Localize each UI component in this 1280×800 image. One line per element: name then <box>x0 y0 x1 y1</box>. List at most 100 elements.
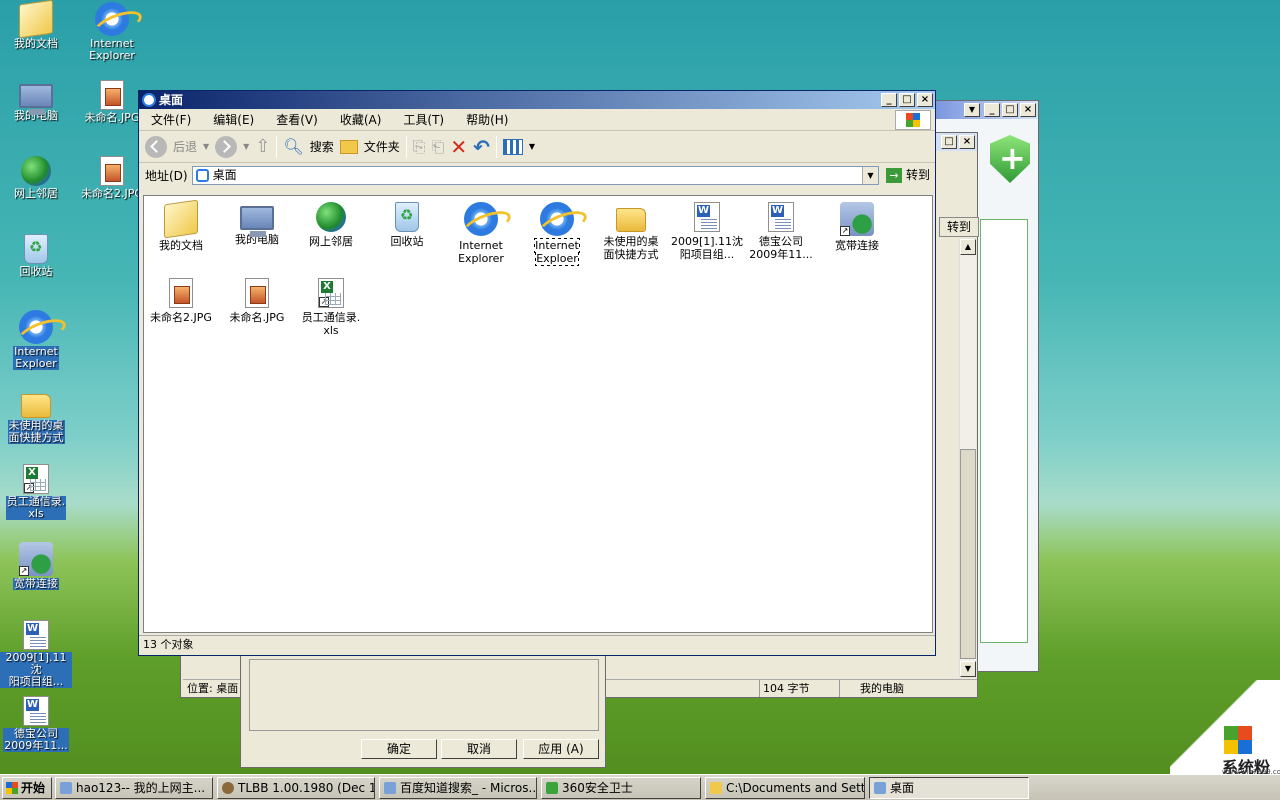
file-item-internet-explorer[interactable]: Internet Explorer <box>444 202 518 265</box>
desktop-icon-internet-explorer[interactable]: Internet Explorer <box>76 2 148 62</box>
explorer-titlebar[interactable]: 桌面 _ □ × <box>139 91 935 109</box>
file-item-employee-xls[interactable]: ↗员工通信录. xls <box>294 278 368 337</box>
folders-button[interactable]: 文件夹 <box>364 138 400 155</box>
menu-edit[interactable]: 编辑(E) <box>213 113 254 127</box>
vertical-scrollbar[interactable]: ▲ ▼ <box>959 239 976 677</box>
desktop-icon-internet-exploer[interactable]: Internet Exploer <box>0 310 72 370</box>
search-button[interactable]: 搜索 <box>310 138 334 155</box>
copy-to-icon[interactable]: ⎗ <box>432 137 445 157</box>
file-item-network[interactable]: 网上邻居 <box>294 202 368 248</box>
window-title: 桌面 <box>159 93 184 107</box>
watermark: 系统粉 www.win7999.com <box>1170 680 1280 777</box>
windows-logo-icon <box>1224 726 1252 754</box>
desktop-address-icon <box>195 168 209 182</box>
jpg-file-icon <box>245 278 269 308</box>
desktop-icon-network[interactable]: 网上邻居 <box>0 156 72 200</box>
menu-help[interactable]: 帮助(H) <box>466 113 508 127</box>
menu-view[interactable]: 查看(V) <box>276 113 318 127</box>
back-dropdown-icon[interactable]: ▼ <box>203 142 209 151</box>
ok-button[interactable]: 确定 <box>361 739 437 759</box>
file-item-broadband[interactable]: ↗ 宽带连接 <box>820 202 894 252</box>
task-360[interactable]: 360安全卫士 <box>541 777 701 799</box>
forward-arrow-icon[interactable] <box>215 135 238 158</box>
my-computer-icon <box>240 206 274 237</box>
menu-favorites[interactable]: 收藏(A) <box>340 113 382 127</box>
excel-file-icon: ↗ <box>23 464 49 494</box>
scroll-thumb[interactable] <box>960 449 976 659</box>
minimize-button[interactable]: _ <box>881 93 897 107</box>
file-item-project-doc[interactable]: 2009[1].11沈 阳项目组... <box>670 202 744 261</box>
close-button[interactable]: × <box>959 135 975 149</box>
close-button[interactable]: × <box>917 93 933 107</box>
dropdown-button[interactable]: ▼ <box>964 103 980 117</box>
back-button-label[interactable]: 后退 <box>173 138 197 155</box>
folder-task-icon <box>710 782 722 794</box>
background-window-titlebar[interactable]: ▼ _ □ × <box>936 101 1038 119</box>
desktop-icon-project-doc[interactable]: 2009[1].11沈 阳项目组... <box>0 620 72 688</box>
folders-icon[interactable] <box>339 139 358 154</box>
task-baidu[interactable]: 百度知道搜索_ - Micros... <box>379 777 537 799</box>
forward-dropdown-icon[interactable]: ▼ <box>243 142 249 151</box>
maximize-button[interactable]: □ <box>1002 103 1018 117</box>
file-view[interactable]: 我的文档 我的电脑 网上邻居 回收站 Internet Explorer Int… <box>143 195 933 633</box>
address-bar: 地址(D) 桌面 ▼ → 转到 <box>139 163 935 187</box>
my-computer-icon <box>19 84 53 115</box>
up-folder-icon[interactable]: ⇧ <box>255 136 270 157</box>
desktop-icon-my-computer[interactable]: 我的电脑 <box>0 80 72 122</box>
apply-button[interactable]: 应用 (A) <box>523 739 599 759</box>
file-item-internet-exploer[interactable]: Internet Exploer <box>520 202 594 266</box>
minimize-button[interactable]: _ <box>984 103 1000 117</box>
start-button[interactable]: 开始 <box>2 777 52 799</box>
task-documents-folder[interactable]: C:\Documents and Settin... <box>705 777 865 799</box>
move-to-icon[interactable]: ⎘ <box>413 137 426 157</box>
desktop-icon-employee-xls[interactable]: ↗ 员工通信录. xls <box>0 464 72 520</box>
views-icon[interactable] <box>502 138 523 155</box>
maximize-button[interactable]: □ <box>941 135 957 149</box>
address-dropdown-icon[interactable]: ▼ <box>862 166 878 184</box>
desktop-folder-icon <box>142 93 156 107</box>
menu-bar: 文件(F) 编辑(E) 查看(V) 收藏(A) 工具(T) 帮助(H) <box>139 109 935 131</box>
scroll-down-icon[interactable]: ▼ <box>960 661 976 677</box>
menu-file[interactable]: 文件(F) <box>151 113 191 127</box>
explorer-window[interactable]: 桌面 _ □ × 文件(F) 编辑(E) 查看(V) 收藏(A) 工具(T) 帮助(H) … <box>138 90 936 656</box>
toolbar: 后退 ▼ ▼ ⇧ 🔍︎ 搜索 文件夹 ⎘ ⎗ ✕ ↶ ▼ <box>139 131 935 163</box>
desktop-icon-recycle-bin[interactable]: 回收站 <box>0 234 72 278</box>
undo-icon[interactable]: ↶ <box>473 135 490 159</box>
views-dropdown-icon[interactable]: ▼ <box>529 142 535 151</box>
desktop-icon-my-documents[interactable]: 我的文档 <box>0 0 72 50</box>
file-item-my-computer[interactable]: 我的电脑 <box>220 202 294 246</box>
word-doc-icon <box>768 202 794 232</box>
task-desktop[interactable]: 桌面 <box>869 777 1029 799</box>
cancel-button[interactable]: 取消 <box>441 739 517 759</box>
word-doc-icon <box>23 620 49 650</box>
360-panel <box>980 219 1028 643</box>
back-arrow-icon[interactable] <box>145 135 167 158</box>
file-item-unused-shortcuts[interactable]: 未使用的桌 面快捷方式 <box>594 202 668 261</box>
file-item-my-documents[interactable]: 我的文档 <box>144 199 218 252</box>
broadband-connection-icon: ↗ <box>19 542 53 576</box>
file-item-debao-doc[interactable]: 德宝公司 2009年11... <box>744 202 818 261</box>
menu-tools[interactable]: 工具(T) <box>403 113 444 127</box>
status-object-count: 13 个对象 <box>143 638 194 651</box>
search-icon[interactable]: 🔍︎ <box>283 137 303 156</box>
file-item-jpg[interactable]: 未命名.JPG <box>220 278 294 324</box>
delete-icon[interactable]: ✕ <box>450 135 467 159</box>
desktop-icon-broadband[interactable]: ↗ 宽带连接 <box>0 542 72 590</box>
file-item-recycle-bin[interactable]: 回收站 <box>370 202 444 248</box>
folder-icon <box>21 394 51 418</box>
toolbar-separator <box>405 135 407 158</box>
jpg-file-icon <box>100 80 124 110</box>
maximize-button[interactable]: □ <box>899 93 915 107</box>
go-button[interactable]: 转到 <box>939 217 979 237</box>
task-tlbb[interactable]: TLBB 1.00.1980 (Dec 10 ... <box>217 777 375 799</box>
file-item-jpg2[interactable]: 未命名2.JPG <box>144 278 218 324</box>
properties-dialog[interactable]: 确定 取消 应用 (A) <box>240 640 606 768</box>
task-hao123[interactable]: hao123-- 我的上网主... <box>55 777 213 799</box>
desktop-icon-debao-doc[interactable]: 德宝公司 2009年11... <box>0 696 72 752</box>
desktop-icon-unused-shortcuts[interactable]: 未使用的桌 面快捷方式 <box>0 388 72 444</box>
scroll-up-icon[interactable]: ▲ <box>960 239 976 255</box>
close-button[interactable]: × <box>1020 103 1036 117</box>
go-button[interactable]: → 转到 <box>883 165 935 185</box>
shortcut-arrow-icon: ↗ <box>19 566 29 576</box>
address-input[interactable]: 桌面 ▼ <box>191 165 879 185</box>
